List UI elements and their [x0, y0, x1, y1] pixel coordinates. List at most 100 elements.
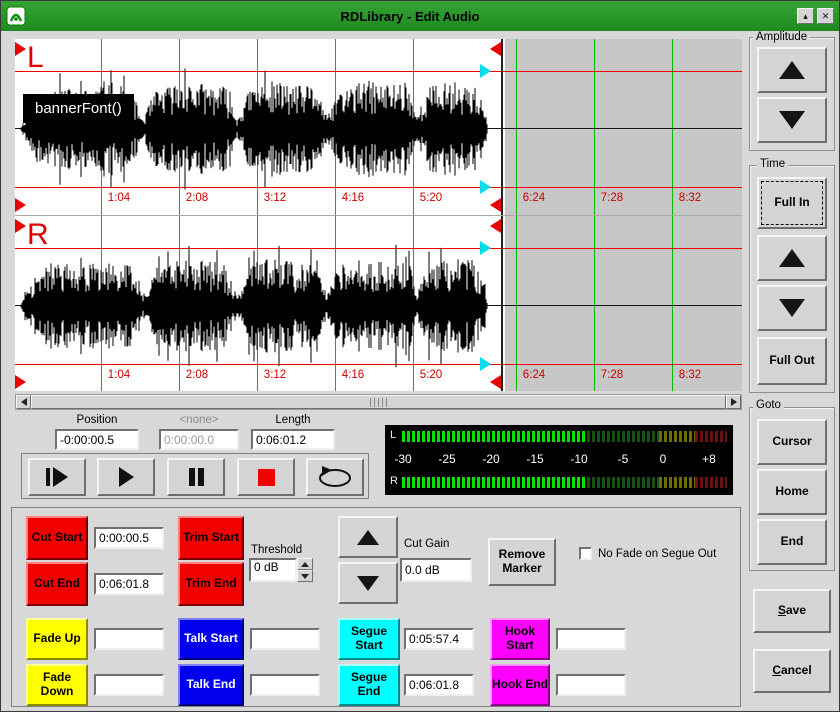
hook-end-button[interactable]: Hook End: [490, 664, 550, 706]
zoom-full-out-button[interactable]: Full Out: [757, 337, 827, 385]
trim-end-button[interactable]: Trim End: [178, 562, 244, 606]
trim-end-label: Trim End: [185, 577, 236, 591]
down-arrow-icon: [357, 576, 379, 591]
edit-audio-window: RDLibrary - Edit Audio ▴ ✕ L bannerFont(…: [0, 0, 840, 712]
loop-button[interactable]: [306, 458, 364, 496]
position-field[interactable]: [55, 429, 139, 450]
cut-start-field[interactable]: [94, 527, 164, 549]
segue-start-label: Segue Start: [340, 625, 398, 653]
fade-down-field[interactable]: [94, 674, 164, 696]
segue-marker[interactable]: [480, 64, 491, 78]
fade-down-button[interactable]: Fade Down: [26, 664, 88, 706]
threshold-up-button[interactable]: [297, 558, 313, 570]
hook-start-label: Hook Start: [492, 625, 548, 653]
threshold-down-button[interactable]: [297, 570, 313, 582]
no-fade-checkbox[interactable]: [579, 547, 592, 560]
none-marker-label: <none>: [157, 414, 241, 426]
cut-start-marker[interactable]: [15, 219, 26, 233]
position-label: Position: [53, 414, 141, 426]
scroll-right-button[interactable]: [726, 395, 741, 409]
meter-scale-tick: -15: [526, 452, 543, 466]
zoom-in-button[interactable]: [757, 235, 827, 281]
waveform-scrollbar[interactable]: [15, 394, 742, 410]
close-button[interactable]: ✕: [817, 8, 834, 24]
cut-end-field[interactable]: [94, 573, 164, 595]
threshold-spinbox[interactable]: 0 dB: [249, 558, 313, 582]
audio-meter: L -30 -25 -20 -15 -10 -5 0 +8 R: [385, 425, 733, 495]
threshold-value[interactable]: 0 dB: [249, 558, 297, 582]
fade-up-button[interactable]: Fade Up: [26, 618, 88, 660]
segue-end-field[interactable]: [404, 674, 474, 696]
led-lit-segment: [402, 431, 587, 442]
talk-start-field[interactable]: [250, 628, 320, 650]
window-title: RDLibrary - Edit Audio: [26, 9, 794, 24]
save-button[interactable]: Save: [753, 589, 831, 633]
trim-start-label: Trim Start: [183, 531, 239, 545]
cut-end-marker[interactable]: [490, 198, 501, 212]
talk-start-button[interactable]: Talk Start: [178, 618, 244, 660]
zoom-out-button[interactable]: [757, 285, 827, 331]
remove-marker-button[interactable]: Remove Marker: [488, 538, 556, 586]
trim-start-button[interactable]: Trim Start: [178, 516, 244, 560]
amplitude-group-label: Amplitude: [753, 31, 810, 43]
titlebar[interactable]: RDLibrary - Edit Audio ▴ ✕: [1, 1, 839, 31]
cut-start-marker[interactable]: [15, 42, 26, 56]
gain-down-button[interactable]: [338, 562, 398, 604]
length-field[interactable]: [251, 429, 335, 450]
shade-button[interactable]: ▴: [797, 8, 814, 24]
cut-start-button[interactable]: Cut Start: [26, 516, 88, 560]
meter-scale-tick: -30: [394, 452, 411, 466]
cut-start-marker[interactable]: [15, 198, 26, 212]
marker-panel: Cut Start Trim Start Threshold 0 dB Cut …: [11, 507, 741, 707]
cut-end-marker[interactable]: [490, 375, 501, 389]
zoom-full-in-button[interactable]: Full In: [757, 177, 827, 229]
channel-label-right: R: [27, 218, 49, 252]
down-arrow-icon: [301, 574, 309, 579]
waveform-plot[interactable]: [15, 39, 742, 215]
cut-end-button[interactable]: Cut End: [26, 562, 88, 606]
segue-marker[interactable]: [480, 241, 491, 255]
segue-start-button[interactable]: Segue Start: [338, 618, 400, 660]
goto-cursor-button[interactable]: Cursor: [757, 419, 827, 465]
meter-left-bar: [402, 431, 727, 442]
cut-end-marker[interactable]: [490, 42, 501, 56]
talk-end-field[interactable]: [250, 674, 320, 696]
gain-up-button[interactable]: [338, 516, 398, 558]
cut-start-marker[interactable]: [15, 375, 26, 389]
hook-end-label: Hook End: [492, 678, 548, 692]
fade-up-label: Fade Up: [33, 632, 80, 646]
segue-start-field[interactable]: [404, 628, 474, 650]
scrollbar-thumb[interactable]: [31, 395, 726, 409]
hook-start-field[interactable]: [556, 628, 626, 650]
hook-start-button[interactable]: Hook Start: [490, 618, 550, 660]
goto-home-button[interactable]: Home: [757, 469, 827, 515]
waveform-area: L bannerFont() 1:042:083:124:165:206:247…: [15, 39, 742, 410]
cut-gain-field[interactable]: [400, 558, 472, 582]
cut-end-marker[interactable]: [490, 219, 501, 233]
segue-marker[interactable]: [480, 357, 491, 371]
amplitude-down-button[interactable]: [757, 97, 827, 143]
hook-end-field[interactable]: [556, 674, 626, 696]
fade-up-field[interactable]: [94, 628, 164, 650]
segue-end-button[interactable]: Segue End: [338, 664, 400, 706]
amplitude-up-button[interactable]: [757, 47, 827, 93]
waveform-plot[interactable]: [15, 216, 742, 391]
goto-end-button[interactable]: End: [757, 519, 827, 565]
cancel-button[interactable]: Cancel: [753, 649, 831, 693]
length-label: Length: [249, 414, 337, 426]
segue-marker[interactable]: [480, 180, 491, 194]
cut-end-line: [501, 39, 503, 215]
led-dim-yellow-segment: [659, 477, 695, 488]
pause-button[interactable]: [167, 458, 225, 496]
talk-end-button[interactable]: Talk End: [178, 664, 244, 706]
stop-button[interactable]: [237, 458, 295, 496]
led-lit-segment: [402, 477, 587, 488]
waveform-channel-left[interactable]: L bannerFont() 1:042:083:124:165:206:247…: [15, 39, 742, 215]
play-from-start-button[interactable]: [28, 458, 86, 496]
scroll-left-button[interactable]: [16, 395, 31, 409]
talk-end-label: Talk End: [186, 678, 235, 692]
play-button[interactable]: [97, 458, 155, 496]
waveform-channel-right[interactable]: R 1:042:083:124:165:206:247:288:32: [15, 215, 742, 391]
app-icon: [6, 6, 26, 26]
up-arrow-icon: [779, 61, 805, 79]
